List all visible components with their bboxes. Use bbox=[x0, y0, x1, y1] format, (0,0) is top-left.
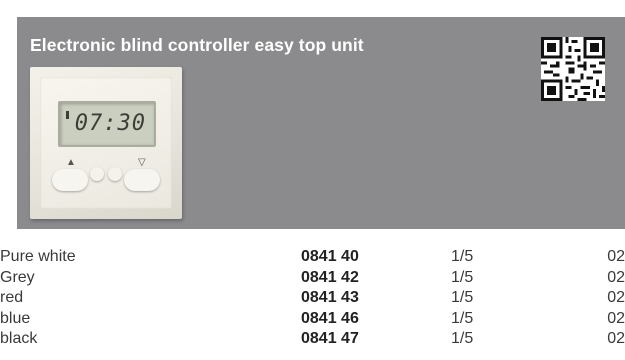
pack-size: 1/5 bbox=[451, 330, 474, 347]
article-number: 0841 40 bbox=[301, 248, 359, 265]
variants-table: Pure white 0841 40 1/5 02 Grey 0841 42 1… bbox=[0, 248, 625, 351]
article-number: 0841 47 bbox=[301, 330, 359, 347]
lcd-time: 07:30 bbox=[74, 111, 146, 136]
table-row: blue 0841 46 1/5 02 bbox=[0, 310, 625, 331]
up-key bbox=[52, 169, 88, 191]
product-banner: Electronic blind controller easy top uni… bbox=[17, 17, 625, 229]
color-name: red bbox=[0, 289, 24, 306]
product-image: 07:30 ▲ ▽ bbox=[30, 67, 182, 219]
table-row: red 0841 43 1/5 02 bbox=[0, 289, 625, 310]
lcd-display: 07:30 bbox=[58, 101, 156, 147]
table-row: black 0841 47 1/5 02 bbox=[0, 330, 625, 351]
price-group: 02 bbox=[607, 268, 625, 286]
product-title: Electronic blind controller easy top uni… bbox=[30, 35, 364, 55]
pack-size: 1/5 bbox=[451, 248, 474, 265]
price-group: 02 bbox=[607, 248, 625, 265]
arrow-up-icon: ▲ bbox=[66, 157, 76, 168]
center-key-left bbox=[90, 167, 104, 181]
center-key-right bbox=[108, 167, 122, 181]
article-number: 0841 42 bbox=[301, 268, 359, 286]
price-group: 02 bbox=[607, 330, 625, 347]
device-frame: 07:30 ▲ ▽ bbox=[40, 77, 172, 209]
color-name: black bbox=[0, 330, 38, 347]
article-number: 0841 46 bbox=[301, 309, 359, 327]
table-row: Pure white 0841 40 1/5 02 bbox=[0, 248, 625, 269]
lcd-indicator-icon bbox=[66, 111, 69, 119]
price-group: 02 bbox=[607, 289, 625, 306]
color-name: blue bbox=[0, 309, 31, 327]
price-group: 02 bbox=[607, 309, 625, 327]
pack-size: 1/5 bbox=[451, 268, 474, 286]
pack-size: 1/5 bbox=[451, 289, 474, 306]
arrow-down-icon: ▽ bbox=[138, 157, 146, 168]
color-name: Pure white bbox=[0, 248, 76, 265]
qr-code-icon bbox=[541, 37, 605, 101]
down-key bbox=[124, 169, 160, 191]
article-number: 0841 43 bbox=[301, 289, 359, 306]
table-row: Grey 0841 42 1/5 02 bbox=[0, 269, 625, 290]
pack-size: 1/5 bbox=[451, 309, 474, 327]
color-name: Grey bbox=[0, 268, 35, 286]
